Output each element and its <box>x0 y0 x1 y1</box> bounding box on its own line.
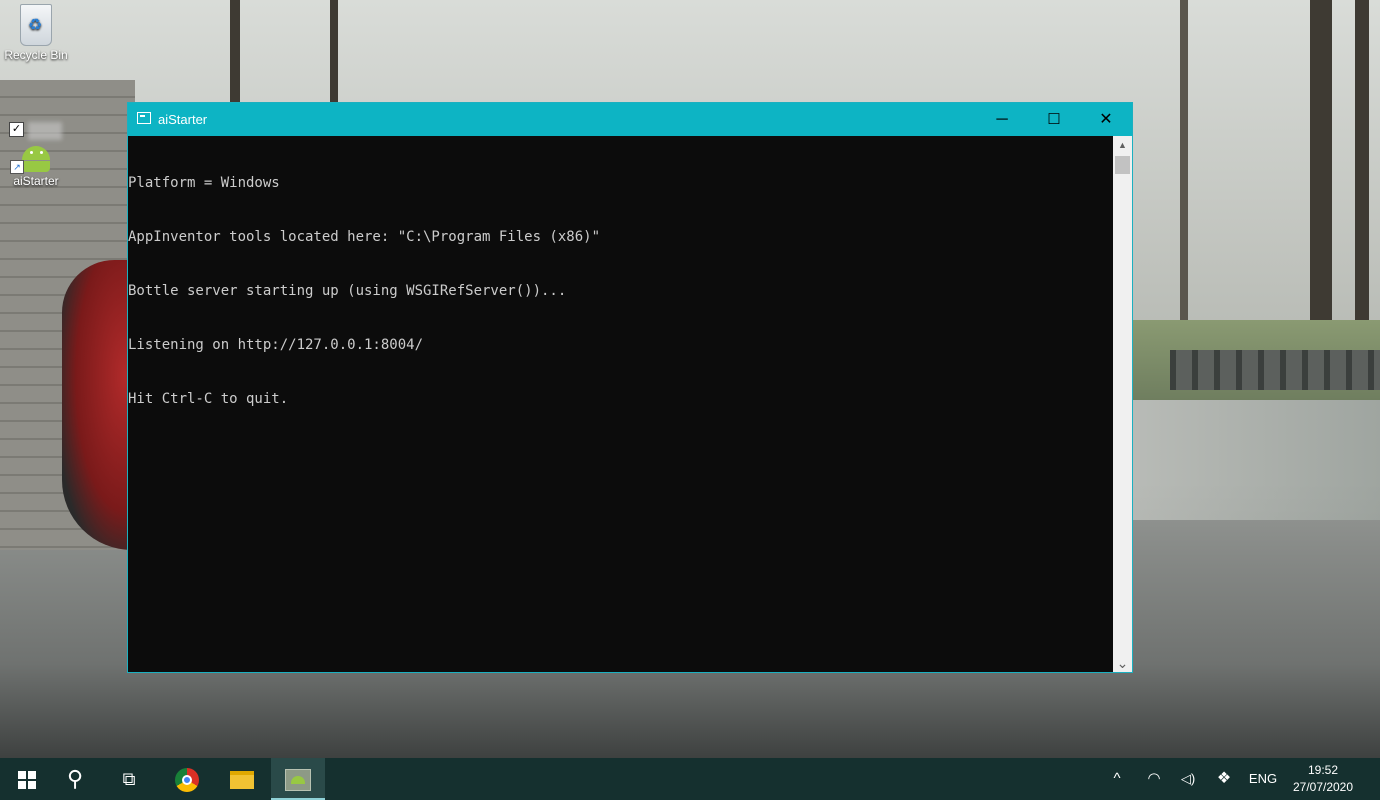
wallpaper-tree <box>1180 0 1188 330</box>
console-app-icon <box>137 112 151 124</box>
start-button[interactable] <box>0 758 54 800</box>
console-line: Hit Ctrl-C to quit. <box>128 391 289 407</box>
wallpaper-tree <box>230 0 240 110</box>
scroll-down-icon[interactable]: ⌄ <box>1113 654 1132 672</box>
console-window: aiStarter ─ ☐ ✕ Platform = Windows AppIn… <box>127 102 1133 673</box>
maximize-button[interactable]: ☐ <box>1028 103 1080 136</box>
taskbar: ⚲ ⧉ ^ ◠ ◁) ❖ ENG 19:52 27/07/2020 <box>0 758 1380 800</box>
task-view-icon[interactable]: ⧉ <box>102 758 156 800</box>
clock-time: 19:52 <box>1307 763 1339 777</box>
vertical-scrollbar[interactable]: ▲ ⌄ <box>1113 136 1132 672</box>
scroll-up-icon[interactable]: ▲ <box>1113 136 1132 154</box>
shortcut-arrow-icon: ↗ <box>10 160 24 174</box>
desktop-select-checkbox[interactable]: ✓ <box>9 122 24 137</box>
clock-date: 27/07/2020 <box>1292 780 1354 794</box>
aistarter-app-icon <box>285 769 311 792</box>
window-titlebar[interactable]: aiStarter ─ ☐ ✕ <box>128 103 1132 136</box>
wallpaper-tree <box>1310 0 1332 340</box>
dropbox-icon[interactable]: ❖ <box>1212 758 1236 800</box>
folder-icon <box>230 771 254 790</box>
network-icon[interactable]: ◠ <box>1142 758 1166 800</box>
show-hidden-icons-icon[interactable]: ^ <box>1105 758 1129 800</box>
language-indicator[interactable]: ENG <box>1246 758 1280 800</box>
window-title: aiStarter <box>158 112 208 127</box>
search-icon[interactable]: ⚲ <box>48 758 102 800</box>
taskbar-clock[interactable]: 19:52 27/07/2020 <box>1288 762 1358 796</box>
console-output[interactable]: Platform = Windows AppInventor tools loc… <box>128 136 1113 672</box>
console-line: Listening on http://127.0.0.1:8004/ <box>128 337 424 353</box>
recycle-bin-icon <box>20 4 52 46</box>
taskbar-file-explorer[interactable] <box>215 758 269 800</box>
blurred-desktop-item <box>28 122 62 140</box>
wallpaper-car <box>62 260 132 550</box>
wallpaper-tree <box>1355 0 1369 340</box>
desktop-icon-label: aiStarter <box>13 174 59 188</box>
console-line: Platform = Windows <box>128 175 280 191</box>
console-line: Bottle server starting up (using WSGIRef… <box>128 283 567 299</box>
scroll-thumb[interactable] <box>1115 156 1130 174</box>
windows-logo-icon <box>18 771 36 790</box>
taskbar-aistarter[interactable] <box>271 758 325 800</box>
desktop-icon-recycle-bin[interactable]: Recycle Bin <box>0 4 72 62</box>
close-button[interactable]: ✕ <box>1080 103 1132 136</box>
minimize-button[interactable]: ─ <box>976 103 1028 136</box>
desktop-icon-label: Recycle Bin <box>4 48 68 62</box>
wallpaper-railing <box>1170 350 1380 390</box>
volume-icon[interactable]: ◁) <box>1176 758 1200 800</box>
taskbar-chrome[interactable] <box>160 758 214 800</box>
chrome-icon <box>175 768 199 793</box>
wallpaper-tree <box>330 0 338 110</box>
console-line: AppInventor tools located here: "C:\Prog… <box>128 229 601 245</box>
